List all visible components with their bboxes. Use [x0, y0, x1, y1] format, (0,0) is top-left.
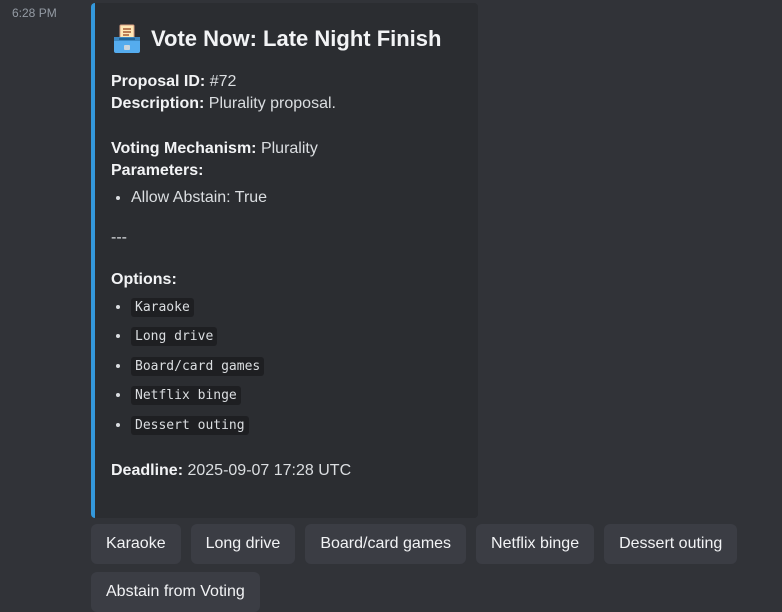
vote-button-netflix-binge[interactable]: Netflix binge — [476, 524, 595, 564]
option-item: Dessert outing — [131, 411, 462, 441]
embed-title: Vote Now: Late Night Finish — [151, 26, 442, 51]
option-item: Netflix binge — [131, 381, 462, 411]
deadline-label: Deadline: — [111, 462, 184, 479]
parameters-row: Parameters: — [111, 160, 462, 182]
option-item: Karaoke — [131, 293, 462, 323]
vote-embed: Vote Now: Late Night Finish Proposal ID:… — [91, 3, 478, 518]
deadline-value: 2025-09-07 17:28 UTC — [187, 462, 352, 479]
mechanism-row: Voting Mechanism: Plurality — [111, 138, 462, 160]
description-row: Description: Plurality proposal. — [111, 93, 462, 115]
vote-button-dessert-outing[interactable]: Dessert outing — [604, 524, 738, 564]
description-label: Description: — [111, 95, 205, 112]
option-item: Board/card games — [131, 352, 462, 382]
option-code: Netflix binge — [131, 386, 241, 405]
vote-button-karaoke[interactable]: Karaoke — [91, 524, 181, 564]
option-code: Dessert outing — [131, 415, 249, 435]
parameter-item: Allow Abstain: True — [131, 184, 462, 213]
option-code: Long drive — [131, 327, 218, 346]
proposal-id-value: #72 — [209, 73, 237, 90]
message-timestamp: 6:28 PM — [12, 6, 57, 20]
proposal-id-label: Proposal ID: — [111, 73, 206, 90]
ballot-box-icon — [114, 24, 140, 53]
options-row: Options: — [111, 269, 462, 291]
parameters-label: Parameters: — [111, 162, 204, 179]
description-value: Plurality proposal. — [208, 95, 336, 112]
embed-title-row: Vote Now: Late Night Finish — [111, 23, 462, 55]
separator-text: --- — [111, 228, 127, 246]
mechanism-value: Plurality — [260, 140, 318, 157]
vote-button-long-drive[interactable]: Long drive — [190, 524, 296, 564]
abstain-button[interactable]: Abstain from Voting — [91, 572, 260, 612]
vote-buttons: Karaoke Long drive Board/card games Netf… — [91, 524, 771, 612]
options-label: Options: — [111, 270, 177, 288]
vote-button-board-card-games[interactable]: Board/card games — [305, 524, 467, 564]
parameters-list: Allow Abstain: True — [111, 184, 462, 213]
option-code: Board/card games — [131, 356, 265, 376]
mechanism-label: Voting Mechanism: — [111, 140, 257, 157]
option-item: Long drive — [131, 322, 462, 352]
deadline-row: Deadline: 2025-09-07 17:28 UTC — [111, 460, 462, 482]
proposal-id-row: Proposal ID: #72 — [111, 71, 462, 93]
option-code: Karaoke — [131, 297, 194, 317]
options-list: Karaoke Long drive Board/card games Netf… — [111, 293, 462, 441]
